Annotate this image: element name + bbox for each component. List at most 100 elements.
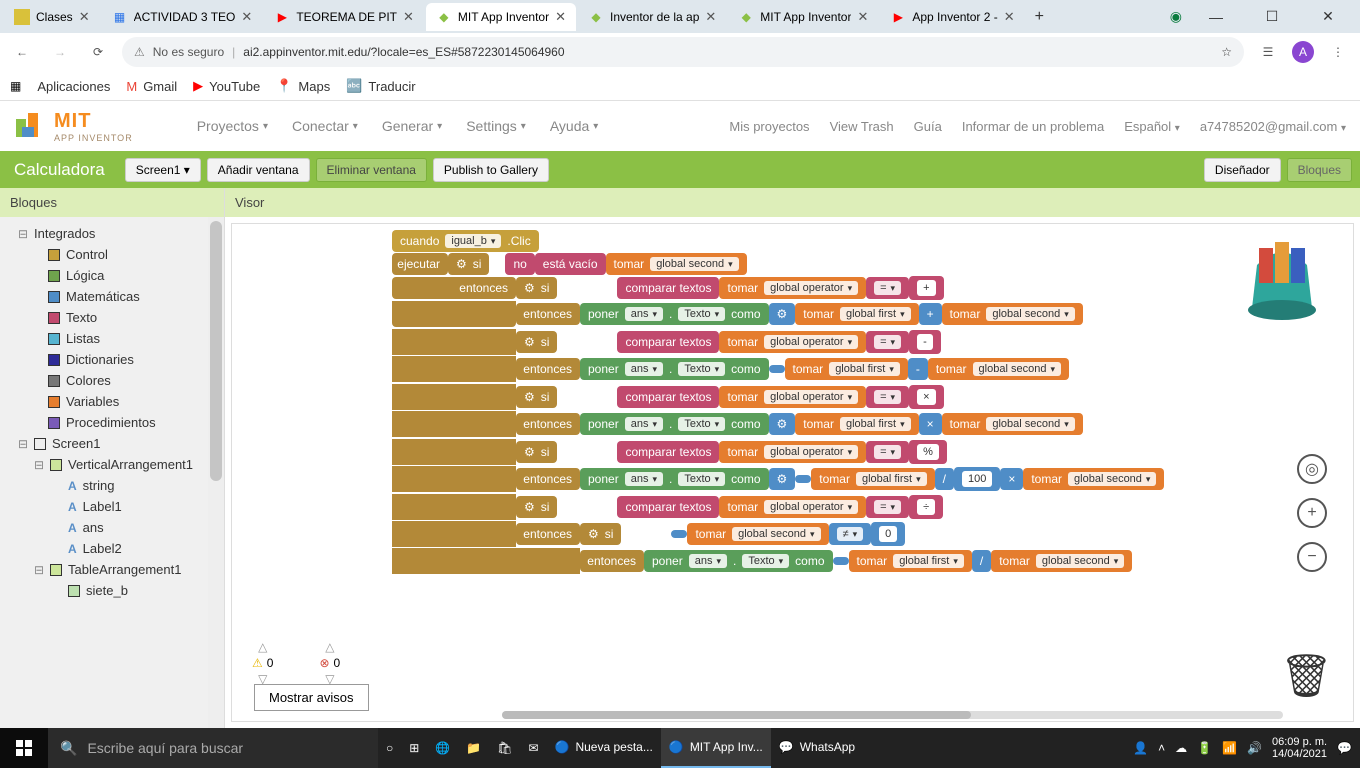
tray-notifications-icon[interactable]: 💬 (1337, 741, 1352, 755)
lang-select[interactable]: Español ▾ (1124, 119, 1180, 134)
block-compare[interactable]: comparar textos (617, 331, 719, 353)
profile-avatar[interactable]: A (1292, 41, 1314, 63)
link-informar[interactable]: Informar de un problema (962, 119, 1104, 134)
menu-proyectos[interactable]: Proyectos ▾ (197, 118, 268, 134)
block-set[interactable]: poner ans. Texto como (580, 303, 769, 325)
tray-people-icon[interactable]: 👤 (1133, 741, 1148, 755)
tray-onedrive-icon[interactable]: ☁ (1175, 741, 1187, 755)
block-if[interactable]: ⚙ si (516, 496, 557, 518)
block-get[interactable]: tomar global first (795, 303, 918, 325)
block-if[interactable]: ⚙ si (516, 331, 557, 353)
screen-select[interactable]: Screen1 ▾ (125, 158, 201, 182)
block-if[interactable]: ⚙ si (448, 253, 489, 275)
block-get[interactable]: tomar global second (942, 303, 1083, 325)
star-icon[interactable]: ☆ (1221, 45, 1232, 59)
tree-ta[interactable]: ⊟TableArrangement1 (4, 559, 220, 580)
block-compare[interactable]: comparar textos (617, 386, 719, 408)
menu-settings[interactable]: Settings ▾ (466, 118, 526, 134)
tree-siete[interactable]: siete_b (4, 580, 220, 601)
tab-mit-active[interactable]: ◆MIT App Inventor✕ (426, 3, 576, 31)
tree-string[interactable]: Astring (4, 475, 220, 496)
center-button[interactable]: ◎ (1297, 454, 1327, 484)
blocks-button[interactable]: Bloques (1287, 158, 1352, 182)
close-icon[interactable]: ✕ (241, 9, 252, 25)
taskbar-whatsapp[interactable]: 💬WhatsApp (771, 728, 863, 768)
block-str[interactable]: ÷ (909, 495, 943, 519)
minimize-button[interactable]: — (1194, 2, 1238, 32)
canvas-hscroll[interactable] (502, 711, 1283, 719)
block-op[interactable]: × (919, 413, 942, 435)
tray-clock[interactable]: 06:09 p. m.14/04/2021 (1272, 736, 1327, 760)
tray-volume-icon[interactable]: 🔊 (1247, 741, 1262, 755)
block-set[interactable]: poner ans. Texto como (580, 358, 769, 380)
bookmark-maps[interactable]: 📍Maps (276, 78, 330, 94)
block-cmp[interactable] (671, 530, 687, 538)
zoom-out-button[interactable]: − (1297, 542, 1327, 572)
block-math[interactable] (769, 365, 785, 373)
close-icon[interactable]: ✕ (403, 9, 414, 25)
publish-button[interactable]: Publish to Gallery (433, 158, 549, 182)
gear-icon[interactable]: ⚙ (524, 445, 535, 459)
link-misproyectos[interactable]: Mis proyectos (729, 119, 809, 134)
block-eq[interactable]: = (866, 277, 909, 299)
block-then[interactable]: entonces (516, 413, 580, 435)
store-icon[interactable]: 🛍 (489, 728, 520, 768)
bookmark-apps[interactable]: Aplicaciones (37, 79, 110, 94)
block-math[interactable]: ⚙ (769, 303, 796, 325)
block-empty[interactable]: está vacío (535, 253, 606, 275)
gear-icon[interactable]: ⚙ (524, 390, 535, 404)
block-str[interactable]: × (909, 385, 943, 409)
menu-generar[interactable]: Generar ▾ (382, 118, 442, 134)
tab-clases[interactable]: Clases✕ (4, 3, 100, 31)
block-then[interactable]: entonces (392, 277, 516, 299)
menu-button[interactable]: ⋮ (1324, 38, 1352, 66)
link-guia[interactable]: Guía (914, 119, 942, 134)
close-icon[interactable]: ✕ (79, 9, 90, 25)
block-compare[interactable]: comparar textos (617, 496, 719, 518)
gear-icon[interactable]: ⚙ (524, 335, 535, 349)
block-when[interactable]: cuando igual_b .Clic (392, 230, 539, 252)
tab-mit2[interactable]: ◆MIT App Inventor✕ (728, 3, 878, 31)
mail-icon[interactable]: ✉ (520, 728, 546, 768)
block-stack[interactable]: cuando igual_b .Clic ejecutar ⚙ si no es… (392, 230, 1164, 576)
forward-button[interactable]: → (46, 38, 74, 66)
link-trash[interactable]: View Trash (830, 119, 894, 134)
block-get[interactable]: tomar global operator (719, 496, 866, 518)
block-math[interactable] (833, 557, 849, 565)
backpack-icon[interactable] (1227, 230, 1337, 320)
block-get[interactable]: tomar global second (928, 358, 1069, 380)
show-warnings-button[interactable]: Mostrar avisos (254, 684, 369, 711)
gear-icon[interactable]: ⚙ (777, 307, 788, 321)
block-get[interactable]: tomar global second (1023, 468, 1164, 490)
close-icon[interactable]: ✕ (705, 9, 716, 25)
side-scrollbar[interactable] (208, 217, 224, 728)
new-tab-button[interactable]: + (1027, 4, 1052, 30)
mit-logo[interactable]: MITAPP INVENTOR (14, 109, 133, 143)
block-op[interactable]: / (972, 550, 991, 572)
edge-icon[interactable]: 🌐 (427, 728, 458, 768)
block-get[interactable]: tomar global second (687, 523, 828, 545)
bookmark-translate[interactable]: 🔤Traducir (346, 78, 415, 94)
cat-colores[interactable]: Colores (4, 370, 220, 391)
block-compare[interactable]: comparar textos (617, 441, 719, 463)
tree-va[interactable]: ⊟VerticalArrangement1 (4, 454, 220, 475)
taskview-icon[interactable]: ⊞ (401, 728, 427, 768)
block-get[interactable]: tomar global second (942, 413, 1083, 435)
apps-icon[interactable]: ▦ (10, 79, 21, 93)
tree-integrated[interactable]: ⊟Integrados (4, 223, 220, 244)
url-bar[interactable]: ⚠ No es seguro | ai2.appinventor.mit.edu… (122, 37, 1244, 67)
tab-inventor[interactable]: ◆Inventor de la ap✕ (578, 3, 726, 31)
blocks-canvas[interactable]: cuando igual_b .Clic ejecutar ⚙ si no es… (231, 223, 1354, 722)
block-math[interactable]: ⚙ (769, 413, 796, 435)
block-math[interactable] (795, 475, 811, 483)
block-num[interactable]: 0 (871, 522, 905, 546)
tray-up-icon[interactable]: ˄ (1158, 741, 1165, 755)
tree-ans[interactable]: Aans (4, 517, 220, 538)
block-then[interactable]: entonces (516, 523, 580, 545)
block-get[interactable]: tomar global second (991, 550, 1132, 572)
block-get[interactable]: tomar global first (785, 358, 908, 380)
block-then[interactable]: entonces (580, 550, 644, 572)
block-str[interactable]: + (909, 276, 943, 300)
block-if[interactable]: ⚙ si (580, 523, 621, 545)
block-if[interactable]: ⚙ si (516, 277, 557, 299)
